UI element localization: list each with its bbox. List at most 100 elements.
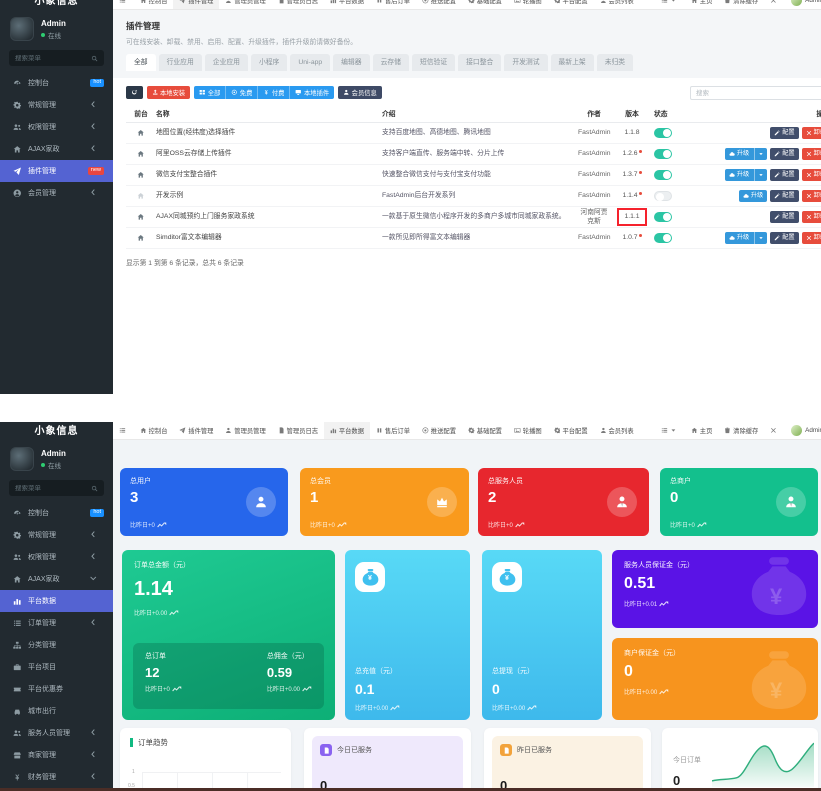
- nav-tab-推送配置[interactable]: 推送配置: [416, 0, 462, 9]
- uninstall-button[interactable]: 卸载: [802, 169, 821, 181]
- nav-tab-管理员日志[interactable]: 管理员日志: [272, 0, 324, 9]
- filter-免费[interactable]: 免费: [225, 86, 257, 99]
- config-button[interactable]: 配置: [770, 211, 798, 223]
- tab-云存储[interactable]: 云存储: [373, 54, 409, 71]
- nav-tab-控制台[interactable]: 控制台: [134, 422, 174, 439]
- nav-window-list-dropdown[interactable]: [655, 0, 685, 9]
- nav-tab-管理员日志[interactable]: 管理员日志: [272, 422, 324, 439]
- tab-最新上架[interactable]: 最新上架: [551, 54, 594, 71]
- sidebar-item-商家管理[interactable]: 商家管理: [0, 744, 113, 766]
- nav-tab-会员列表[interactable]: 会员列表: [594, 422, 640, 439]
- nav-fullscreen-toggle[interactable]: [764, 422, 785, 439]
- config-button[interactable]: 配置: [770, 169, 798, 181]
- sidebar-item-平台数据[interactable]: 平台数据: [0, 590, 113, 612]
- sidebar-item-会员管理[interactable]: 会员管理: [0, 182, 113, 204]
- filter-本地插件[interactable]: 本地插件: [289, 86, 334, 99]
- filter-付费[interactable]: 付费: [257, 86, 289, 99]
- nav-tab-插件管理[interactable]: 插件管理: [173, 0, 219, 9]
- sidebar-item-AJAX家政[interactable]: AJAX家政: [0, 568, 113, 590]
- tab-Uni-app[interactable]: Uni-app: [290, 54, 330, 71]
- nav-tab-基础配置[interactable]: 基础配置: [462, 422, 508, 439]
- nav-tab-售后订单[interactable]: 售后订单: [370, 422, 416, 439]
- nav-tab-轮播图[interactable]: 轮播图: [508, 422, 548, 439]
- filter-全部[interactable]: 全部: [194, 86, 225, 99]
- sidebar-item-平台优惠券[interactable]: 平台优惠券: [0, 678, 113, 700]
- sidebar-item-常规管理[interactable]: 常规管理: [0, 94, 113, 116]
- upgrade-button[interactable]: 升级: [725, 232, 767, 244]
- sidebar-item-服务人员管理[interactable]: 服务人员管理: [0, 722, 113, 744]
- sidebar-search-input[interactable]: [15, 55, 91, 62]
- uninstall-button[interactable]: 卸载: [802, 127, 821, 139]
- nav-clear-cache[interactable]: 清除缓存: [718, 0, 764, 9]
- tab-短信验证[interactable]: 短信验证: [412, 54, 455, 71]
- sidebar-toggle[interactable]: [113, 0, 134, 9]
- upgrade-dropdown-caret[interactable]: [754, 232, 767, 244]
- nav-tab-平台配置[interactable]: 平台配置: [548, 0, 594, 9]
- sidebar-item-财务管理[interactable]: 财务管理: [0, 766, 113, 788]
- sidebar-item-平台项目[interactable]: 平台项目: [0, 656, 113, 678]
- sidebar-item-常规管理[interactable]: 常规管理: [0, 524, 113, 546]
- tab-开发测试[interactable]: 开发测试: [504, 54, 547, 71]
- uninstall-button[interactable]: 卸载: [802, 148, 821, 160]
- sidebar-item-插件管理[interactable]: 插件管理new: [0, 160, 113, 182]
- tab-编辑器[interactable]: 编辑器: [333, 54, 369, 71]
- nav-tab-推送配置[interactable]: 推送配置: [416, 422, 462, 439]
- sidebar-item-控制台[interactable]: 控制台hot: [0, 72, 113, 94]
- nav-user-menu[interactable]: Admin: [785, 0, 821, 9]
- sidebar-item-权限管理[interactable]: 权限管理: [0, 546, 113, 568]
- nav-home-link[interactable]: 主页: [685, 0, 718, 9]
- config-button[interactable]: 配置: [770, 190, 798, 202]
- tab-接口整合[interactable]: 接口整合: [458, 54, 501, 71]
- upgrade-dropdown-caret[interactable]: [754, 169, 767, 181]
- refresh-button[interactable]: [126, 86, 143, 99]
- nav-fullscreen-toggle[interactable]: [764, 0, 785, 9]
- member-info-button[interactable]: 会员信息: [338, 86, 382, 99]
- plugin-enabled-toggle[interactable]: [654, 149, 672, 159]
- upgrade-dropdown-caret[interactable]: [754, 148, 767, 160]
- nav-tab-管理员管理[interactable]: 管理员管理: [219, 422, 271, 439]
- tab-全部[interactable]: 全部: [126, 54, 156, 71]
- sidebar-item-分类管理[interactable]: 分类管理: [0, 634, 113, 656]
- tab-行业应用[interactable]: 行业应用: [159, 54, 202, 71]
- sidebar-item-控制台[interactable]: 控制台hot: [0, 502, 113, 524]
- nav-tab-控制台[interactable]: 控制台: [134, 0, 174, 9]
- uninstall-button[interactable]: 卸载: [802, 211, 821, 223]
- sidebar-search-input[interactable]: [15, 485, 91, 492]
- config-button[interactable]: 配置: [770, 127, 798, 139]
- nav-tab-会员列表[interactable]: 会员列表: [594, 0, 640, 9]
- nav-tab-插件管理[interactable]: 插件管理: [173, 422, 219, 439]
- plugin-enabled-toggle[interactable]: [654, 191, 672, 201]
- sidebar-toggle[interactable]: [113, 422, 134, 439]
- upgrade-button[interactable]: 升级: [725, 169, 767, 181]
- uninstall-button[interactable]: 卸载: [802, 232, 821, 244]
- plugin-enabled-toggle[interactable]: [654, 212, 672, 222]
- local-install-button[interactable]: 本地安装: [147, 86, 191, 99]
- nav-tab-基础配置[interactable]: 基础配置: [462, 0, 508, 9]
- tab-企业应用[interactable]: 企业应用: [205, 54, 248, 71]
- upgrade-button[interactable]: 升级: [739, 190, 767, 202]
- nav-tab-售后订单[interactable]: 售后订单: [370, 0, 416, 9]
- nav-tab-平台数据[interactable]: 平台数据: [324, 0, 370, 9]
- sidebar-item-城市出行[interactable]: 城市出行: [0, 700, 113, 722]
- tab-未归类[interactable]: 未归类: [597, 54, 633, 71]
- nav-tab-平台数据[interactable]: 平台数据: [324, 422, 370, 439]
- plugin-enabled-toggle[interactable]: [654, 170, 672, 180]
- sidebar-item-权限管理[interactable]: 权限管理: [0, 116, 113, 138]
- nav-home-link[interactable]: 主页: [685, 422, 718, 439]
- plugin-enabled-toggle[interactable]: [654, 128, 672, 138]
- config-button[interactable]: 配置: [770, 232, 798, 244]
- nav-tab-平台配置[interactable]: 平台配置: [548, 422, 594, 439]
- nav-window-list-dropdown[interactable]: [655, 422, 685, 439]
- nav-clear-cache[interactable]: 清除缓存: [718, 422, 764, 439]
- nav-tab-管理员管理[interactable]: 管理员管理: [219, 0, 271, 9]
- nav-user-menu[interactable]: Admin: [785, 422, 821, 439]
- config-button[interactable]: 配置: [770, 148, 798, 160]
- uninstall-button[interactable]: 卸载: [802, 190, 821, 202]
- nav-tab-轮播图[interactable]: 轮播图: [508, 0, 548, 9]
- tab-小程序[interactable]: 小程序: [251, 54, 287, 71]
- plugin-enabled-toggle[interactable]: [654, 233, 672, 243]
- upgrade-button[interactable]: 升级: [725, 148, 767, 160]
- sidebar-item-订单管理[interactable]: 订单管理: [0, 612, 113, 634]
- sidebar-item-AJAX家政[interactable]: AJAX家政: [0, 138, 113, 160]
- table-search-input[interactable]: [690, 86, 821, 100]
